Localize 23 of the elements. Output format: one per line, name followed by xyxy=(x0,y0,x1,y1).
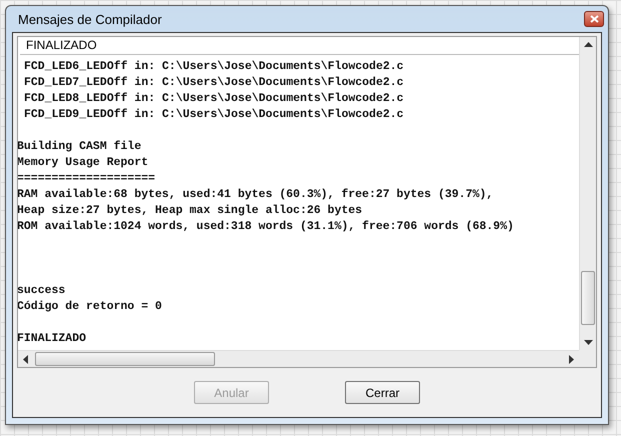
vertical-scrollbar[interactable] xyxy=(579,37,596,350)
close-dialog-button[interactable]: Cerrar xyxy=(345,381,420,404)
right-arrow-icon[interactable] xyxy=(568,354,574,364)
output-line: RAM available:68 bytes, used:41 bytes (60.3%), free:27 bytes (39.7%), xyxy=(18,187,494,203)
window-title: Mensajes de Compilador xyxy=(17,12,162,26)
output-line: Heap size:27 bytes, Heap max single alloc:26 bytes xyxy=(18,203,362,219)
left-arrow-icon[interactable] xyxy=(23,354,29,364)
output-line: Building CASM file xyxy=(18,139,142,155)
output-line: FCD_LED6_LEDOff in: C:\Users\Jose\Documents\Flowcode2.c xyxy=(24,60,404,73)
close-button[interactable] xyxy=(584,11,604,27)
scroll-thumb[interactable] xyxy=(581,271,595,325)
output-line: FCD_LED8_LEDOff in: C:\Users\Jose\Documents\Flowcode2.c xyxy=(24,92,404,105)
up-arrow-icon[interactable] xyxy=(584,42,592,48)
output-header: FINALIZADO xyxy=(20,37,579,55)
output-line: ROM available:1024 words, used:318 words (31.1%), free:706 words (68.9%) xyxy=(18,219,514,235)
output-line: FCD_LED9_LEDOff in: C:\Users\Jose\Documents\Flowcode2.c xyxy=(24,108,404,121)
close-icon xyxy=(590,15,598,23)
output-line: FCD_LED7_LEDOff in: C:\Users\Jose\Documents\Flowcode2.c xyxy=(24,76,404,89)
scroll-thumb[interactable] xyxy=(35,352,215,366)
output-line: success xyxy=(18,283,66,299)
horizontal-scrollbar[interactable] xyxy=(18,350,579,367)
down-arrow-icon[interactable] xyxy=(584,339,592,345)
output-line: FINALIZADO xyxy=(18,331,86,347)
